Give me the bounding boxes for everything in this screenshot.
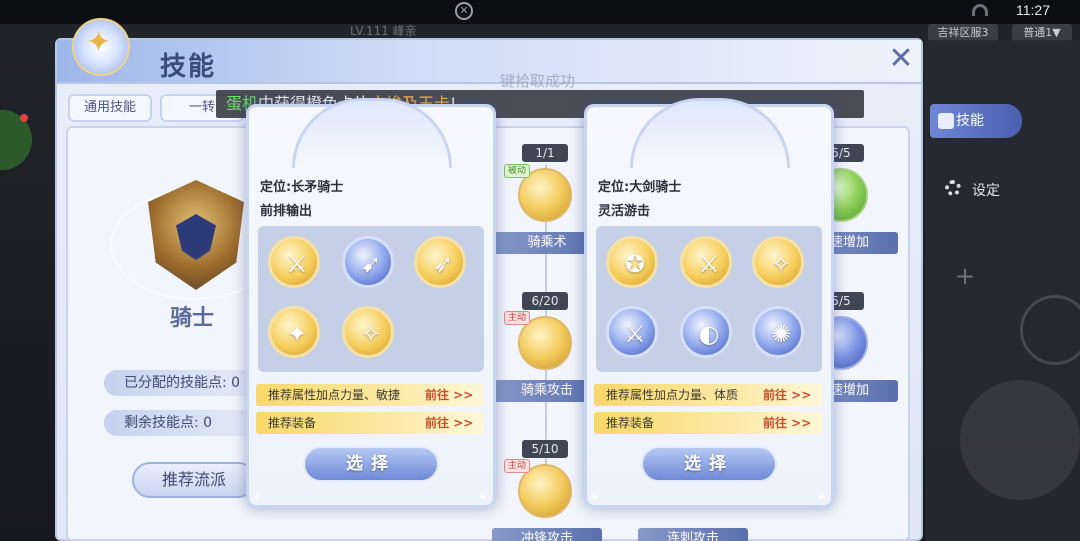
spear-thrust-icon[interactable]: ➹	[342, 236, 394, 288]
plus-icon: +	[955, 262, 976, 290]
skill-level-count: 1/1	[522, 144, 568, 162]
card-desc: 灵活游击	[598, 204, 651, 219]
mount-icon[interactable]: ✪	[606, 236, 658, 288]
active-tag: 主动	[504, 311, 530, 325]
boot-icon[interactable]: ✧	[752, 236, 804, 288]
compass-star-icon: ✦	[86, 25, 112, 60]
recommend-equip-text: 推荐装备	[606, 416, 655, 430]
spear-icon[interactable]: ➶	[414, 236, 466, 288]
recommend-attr-text: 推荐属性加点力量、敏捷	[268, 388, 401, 402]
toast-message: 键拾取成功	[500, 72, 576, 90]
go-link[interactable]: 前往 >>	[763, 412, 811, 434]
close-circle-icon[interactable]: ✕	[455, 2, 473, 20]
skill-level-count: 6/20	[522, 292, 568, 310]
sword-mount-icon[interactable]: ⚔	[680, 236, 732, 288]
remaining-points: 剩余技能点: 0	[104, 410, 260, 436]
skill-level-count: 5/10	[522, 440, 568, 458]
wifi-icon	[972, 4, 988, 16]
allocated-points-label: 已分配的技能点:	[124, 375, 227, 391]
greatsword-icon[interactable]: ⚔	[606, 306, 658, 358]
go-link[interactable]: 前往 >>	[425, 384, 473, 406]
active-tag: 主动	[504, 459, 530, 473]
skill-icon	[938, 113, 954, 129]
charge-icon[interactable]: ✦	[268, 306, 320, 358]
lance-strike-icon[interactable]: ✧	[342, 306, 394, 358]
player-level: LV.111 峰亲	[350, 24, 417, 38]
recommend-equip-text: 推荐装备	[268, 416, 317, 430]
skill-name: 连刺攻击	[638, 528, 748, 541]
card-role: 定位:长矛骑士	[260, 180, 344, 195]
shield-spin-icon[interactable]: ◐	[680, 306, 732, 358]
go-link[interactable]: 前往 >>	[763, 384, 811, 406]
class-name: 骑士	[170, 306, 215, 331]
notification-dot	[20, 114, 28, 122]
sparkle-icon: ✦	[816, 490, 827, 504]
allocated-points: 已分配的技能点: 0	[104, 370, 260, 396]
gamepad-icon[interactable]: ✺	[752, 306, 804, 358]
panel-title: 技能	[160, 52, 217, 82]
remaining-points-value: 0	[203, 415, 213, 431]
recommend-build-button[interactable]: 推荐流派	[132, 462, 256, 498]
go-link[interactable]: 前往 >>	[425, 412, 473, 434]
close-icon[interactable]: ✕	[884, 44, 918, 76]
card-desc: 前排输出	[260, 204, 313, 219]
side-menu-settings[interactable]: 设定	[972, 180, 1000, 200]
sparkle-icon: ✦	[252, 490, 263, 504]
remaining-points-label: 剩余技能点:	[124, 415, 199, 431]
clock: 11:27	[1016, 2, 1050, 18]
choose-button[interactable]: 选择	[641, 446, 777, 482]
skill-name: 冲锋攻击	[492, 528, 602, 541]
tab-general-skills[interactable]: 通用技能	[68, 94, 152, 122]
choose-button[interactable]: 选择	[303, 446, 439, 482]
gear-icon[interactable]	[945, 180, 961, 196]
sparkle-icon: ✦	[590, 490, 601, 504]
status-bar	[0, 0, 1080, 24]
card-role: 定位:大剑骑士	[598, 180, 682, 195]
allocated-points-value: 0	[231, 375, 241, 391]
passive-tag: 被动	[504, 164, 530, 178]
spear-mount-icon[interactable]: ⚔	[268, 236, 320, 288]
sparkle-icon: ✦	[478, 490, 489, 504]
recommend-attr-text: 推荐属性加点力量、体质	[606, 388, 739, 402]
attack-button[interactable]	[960, 380, 1080, 500]
